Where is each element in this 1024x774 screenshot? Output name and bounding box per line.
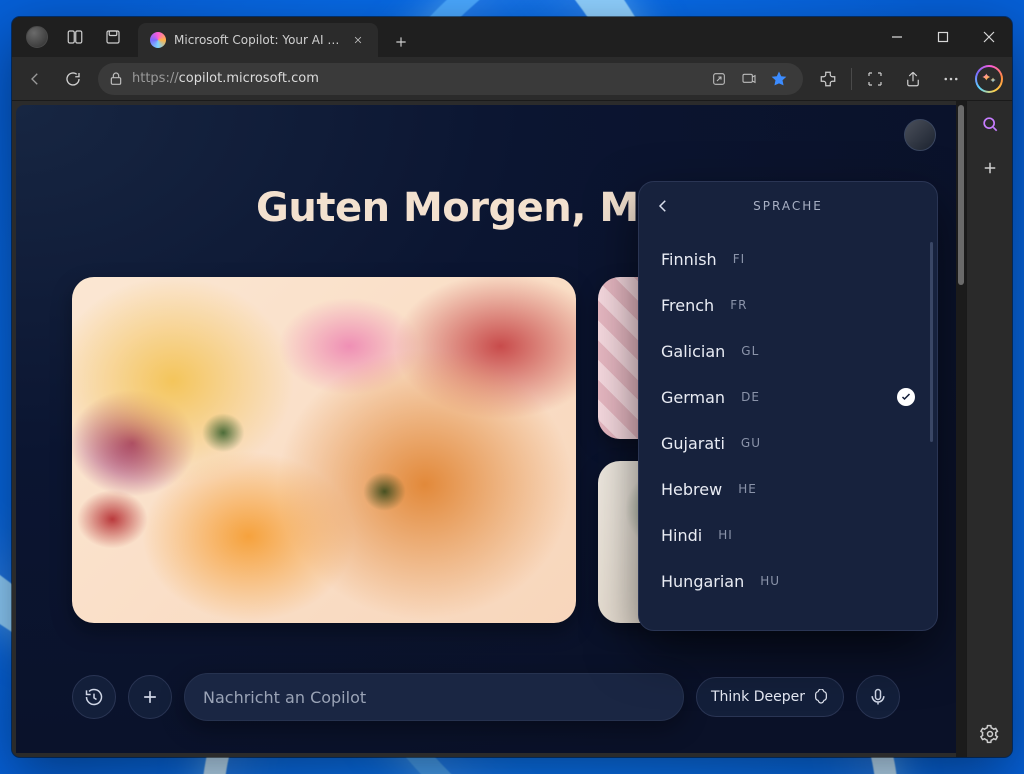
language-code: FI — [733, 252, 745, 266]
mic-button[interactable] — [856, 675, 900, 719]
language-panel-title: SPRACHE — [753, 199, 823, 213]
language-item[interactable]: Hebrew HE — [647, 466, 929, 512]
language-item[interactable]: French FR — [647, 282, 929, 328]
address-bar[interactable]: https://copilot.microsoft.com — [98, 63, 803, 95]
message-placeholder: Nachricht an Copilot — [203, 688, 366, 707]
open-external-icon[interactable] — [705, 65, 733, 93]
favorite-icon[interactable] — [765, 65, 793, 93]
minimize-button[interactable] — [874, 17, 920, 57]
browser-window: Microsoft Copilot: Your AI compa… — [12, 17, 1012, 757]
language-code: GL — [741, 344, 759, 358]
workspaces-icon[interactable] — [58, 20, 92, 54]
language-code: GU — [741, 436, 761, 450]
language-code: HU — [760, 574, 780, 588]
language-name: Gujarati — [661, 434, 725, 453]
brain-icon — [813, 689, 829, 705]
language-code: HE — [738, 482, 757, 496]
tab-title: Microsoft Copilot: Your AI compa… — [174, 33, 342, 47]
url-text: https://copilot.microsoft.com — [132, 71, 697, 86]
close-button[interactable] — [966, 17, 1012, 57]
tab-strip: Microsoft Copilot: Your AI compa… — [134, 17, 874, 57]
language-name: Hebrew — [661, 480, 722, 499]
share-icon[interactable] — [896, 63, 930, 95]
language-item[interactable]: Hungarian HU — [647, 558, 929, 604]
tab-actions-icon[interactable] — [96, 20, 130, 54]
think-deeper-label: Think Deeper — [711, 689, 805, 705]
language-name: German — [661, 388, 725, 407]
toolbar: https://copilot.microsoft.com — [12, 57, 1012, 101]
tab-copilot[interactable]: Microsoft Copilot: Your AI compa… — [138, 23, 378, 57]
sidebar-search-icon[interactable] — [975, 109, 1005, 139]
language-back-button[interactable] — [647, 190, 679, 222]
language-scroll-indicator — [930, 242, 933, 442]
more-icon[interactable] — [934, 63, 968, 95]
site-info-icon[interactable] — [108, 71, 124, 87]
screenshot-icon[interactable] — [858, 63, 892, 95]
add-button[interactable] — [128, 675, 172, 719]
language-code: DE — [741, 390, 760, 404]
page-content: Guten Morgen, Maya Nachricht an Copilot — [16, 105, 956, 753]
language-item[interactable]: German DE — [647, 374, 929, 420]
language-name: Finnish — [661, 250, 717, 269]
tab-favicon — [150, 32, 166, 48]
sidebar-add-icon[interactable] — [975, 153, 1005, 183]
new-tab-button[interactable] — [386, 27, 416, 57]
think-deeper-chip[interactable]: Think Deeper — [696, 677, 844, 717]
check-icon — [897, 388, 915, 406]
composer: Nachricht an Copilot Think Deeper — [72, 671, 900, 723]
maximize-button[interactable] — [920, 17, 966, 57]
scrollbar-thumb[interactable] — [958, 105, 964, 285]
media-icon[interactable] — [735, 65, 763, 93]
language-item[interactable]: Galician GL — [647, 328, 929, 374]
user-avatar[interactable] — [904, 119, 936, 151]
back-button[interactable] — [18, 63, 52, 95]
page-scrollbar[interactable] — [956, 101, 966, 757]
refresh-button[interactable] — [56, 63, 90, 95]
edge-sidebar — [966, 101, 1012, 757]
title-bar: Microsoft Copilot: Your AI compa… — [12, 17, 1012, 57]
window-controls — [874, 17, 1012, 57]
language-list[interactable]: Finnish FI French FR Galician GL German DE Gujar… — [639, 230, 937, 630]
profile-menu-button[interactable] — [20, 20, 54, 54]
message-input[interactable]: Nachricht an Copilot — [184, 673, 684, 721]
history-button[interactable] — [72, 675, 116, 719]
language-name: Galician — [661, 342, 725, 361]
extensions-icon[interactable] — [811, 63, 845, 95]
suggestion-card-food[interactable] — [72, 277, 576, 623]
language-name: French — [661, 296, 714, 315]
language-item[interactable]: Finnish FI — [647, 236, 929, 282]
language-name: Hindi — [661, 526, 702, 545]
language-code: HI — [718, 528, 733, 542]
language-name: Hungarian — [661, 572, 744, 591]
language-item[interactable]: Gujarati GU — [647, 420, 929, 466]
language-panel-header: SPRACHE — [639, 182, 937, 230]
copilot-toolbar-button[interactable] — [972, 63, 1006, 95]
tab-close-icon[interactable] — [350, 32, 366, 48]
language-panel: SPRACHE Finnish FI French FR Galician GL Germa… — [638, 181, 938, 631]
sidebar-settings-icon[interactable] — [975, 719, 1005, 749]
language-code: FR — [730, 298, 747, 312]
language-item[interactable]: Hindi HI — [647, 512, 929, 558]
